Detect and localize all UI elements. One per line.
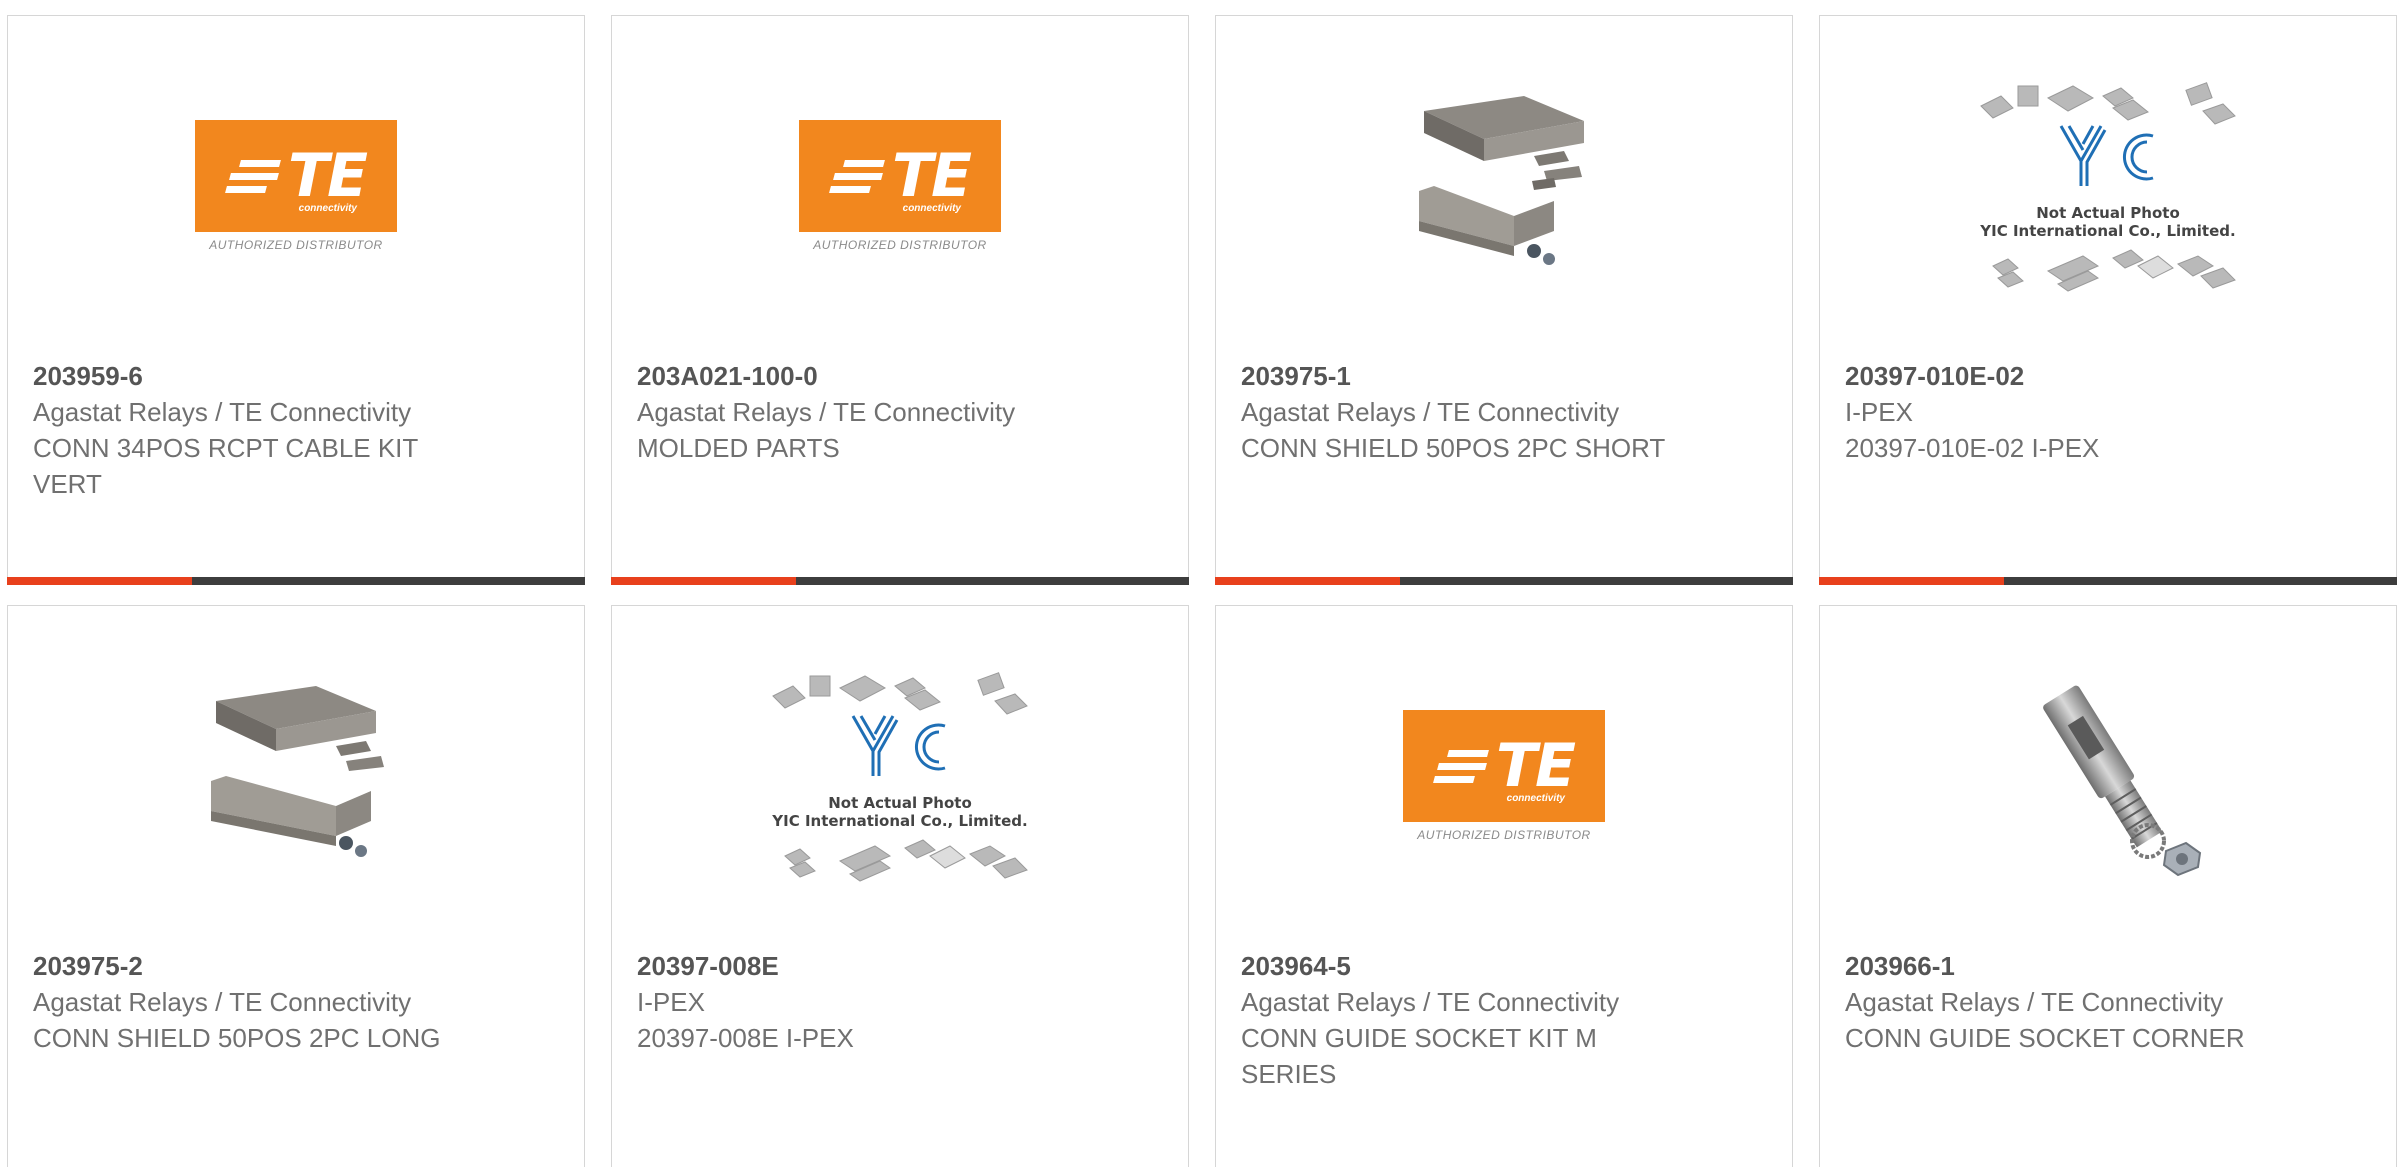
product-image[interactable] (1216, 56, 1792, 316)
manufacturer: Agastat Relays / TE Connectivity (1845, 987, 2224, 1017)
part-number[interactable]: 203975-1 (1241, 358, 1767, 394)
manufacturer: Agastat Relays / TE Connectivity (1241, 397, 1620, 427)
part-number[interactable]: 203966-1 (1845, 948, 2371, 984)
manufacturer: Agastat Relays / TE Connectivity (637, 397, 1016, 427)
product-image[interactable] (1820, 646, 2396, 906)
description: CONN SHIELD 50POS 2PC LONG (33, 1023, 441, 1053)
product-card[interactable]: 203975-1 Agastat Relays / TE Connectivit… (1215, 15, 1793, 585)
part-number[interactable]: 20397-008E (637, 948, 1163, 984)
manufacturer: Agastat Relays / TE Connectivity (1241, 987, 1620, 1017)
product-image[interactable] (8, 646, 584, 906)
manufacturer: Agastat Relays / TE Connectivity (33, 397, 412, 427)
description: 20397-008E I-PEX (637, 1023, 854, 1053)
part-number[interactable]: 203A021-100-0 (637, 358, 1163, 394)
part-number[interactable]: 20397-010E-02 (1845, 358, 2371, 394)
te-connectivity-logo: TE connectivity AUTHORIZED DISTRIBUTOR (195, 120, 397, 252)
manufacturer: I-PEX (637, 987, 705, 1017)
product-grid: TE connectivity AUTHORIZED DISTRIBUTOR 2… (0, 0, 2400, 1167)
description: CONN 34POS RCPT CABLE KIT VERT (33, 433, 418, 499)
product-card[interactable]: TE connectivity AUTHORIZED DISTRIBUTOR 2… (611, 15, 1189, 585)
product-image[interactable]: Not Actual Photo YIC International Co., … (612, 646, 1188, 906)
guide-socket-photo (2043, 685, 2202, 877)
product-image[interactable]: Not Actual Photo YIC International Co., … (1820, 56, 2396, 316)
product-card[interactable]: TE connectivity AUTHORIZED DISTRIBUTOR 2… (7, 15, 585, 585)
shield-kit-photo (1419, 96, 1584, 265)
description: CONN GUIDE SOCKET CORNER (1845, 1023, 2245, 1053)
card-bottom-bar (1215, 577, 1793, 585)
product-card[interactable]: Not Actual Photo YIC International Co., … (611, 605, 1189, 1167)
product-card[interactable]: TE connectivity AUTHORIZED DISTRIBUTOR 2… (1215, 605, 1793, 1167)
yic-placeholder-image: Not Actual Photo YIC International Co., … (1973, 66, 2243, 306)
description: MOLDED PARTS (637, 433, 840, 463)
card-bottom-bar (1819, 577, 2397, 585)
manufacturer: I-PEX (1845, 397, 1913, 427)
product-image[interactable]: TE connectivity AUTHORIZED DISTRIBUTOR (1216, 646, 1792, 906)
part-number[interactable]: 203975-2 (33, 948, 559, 984)
card-bottom-bar (7, 577, 585, 585)
product-image[interactable]: TE connectivity AUTHORIZED DISTRIBUTOR (612, 56, 1188, 316)
product-card[interactable]: 203966-1 Agastat Relays / TE Connectivit… (1819, 605, 2397, 1167)
te-connectivity-logo: TE connectivity AUTHORIZED DISTRIBUTOR (799, 120, 1001, 252)
description: CONN SHIELD 50POS 2PC SHORT (1241, 433, 1666, 463)
product-image[interactable]: TE connectivity AUTHORIZED DISTRIBUTOR (8, 56, 584, 316)
product-card[interactable]: 203975-2 Agastat Relays / TE Connectivit… (7, 605, 585, 1167)
part-number[interactable]: 203959-6 (33, 358, 559, 394)
manufacturer: Agastat Relays / TE Connectivity (33, 987, 412, 1017)
product-card[interactable]: Not Actual Photo YIC International Co., … (1819, 15, 2397, 585)
part-number[interactable]: 203964-5 (1241, 948, 1767, 984)
description: 20397-010E-02 I-PEX (1845, 433, 2100, 463)
te-connectivity-logo: TE connectivity AUTHORIZED DISTRIBUTOR (1403, 710, 1605, 842)
card-bottom-bar (611, 577, 1189, 585)
description: CONN GUIDE SOCKET KIT M SERIES (1241, 1023, 1597, 1089)
shield-kit-photo (211, 686, 384, 857)
yic-placeholder-image: Not Actual Photo YIC International Co., … (765, 656, 1035, 896)
